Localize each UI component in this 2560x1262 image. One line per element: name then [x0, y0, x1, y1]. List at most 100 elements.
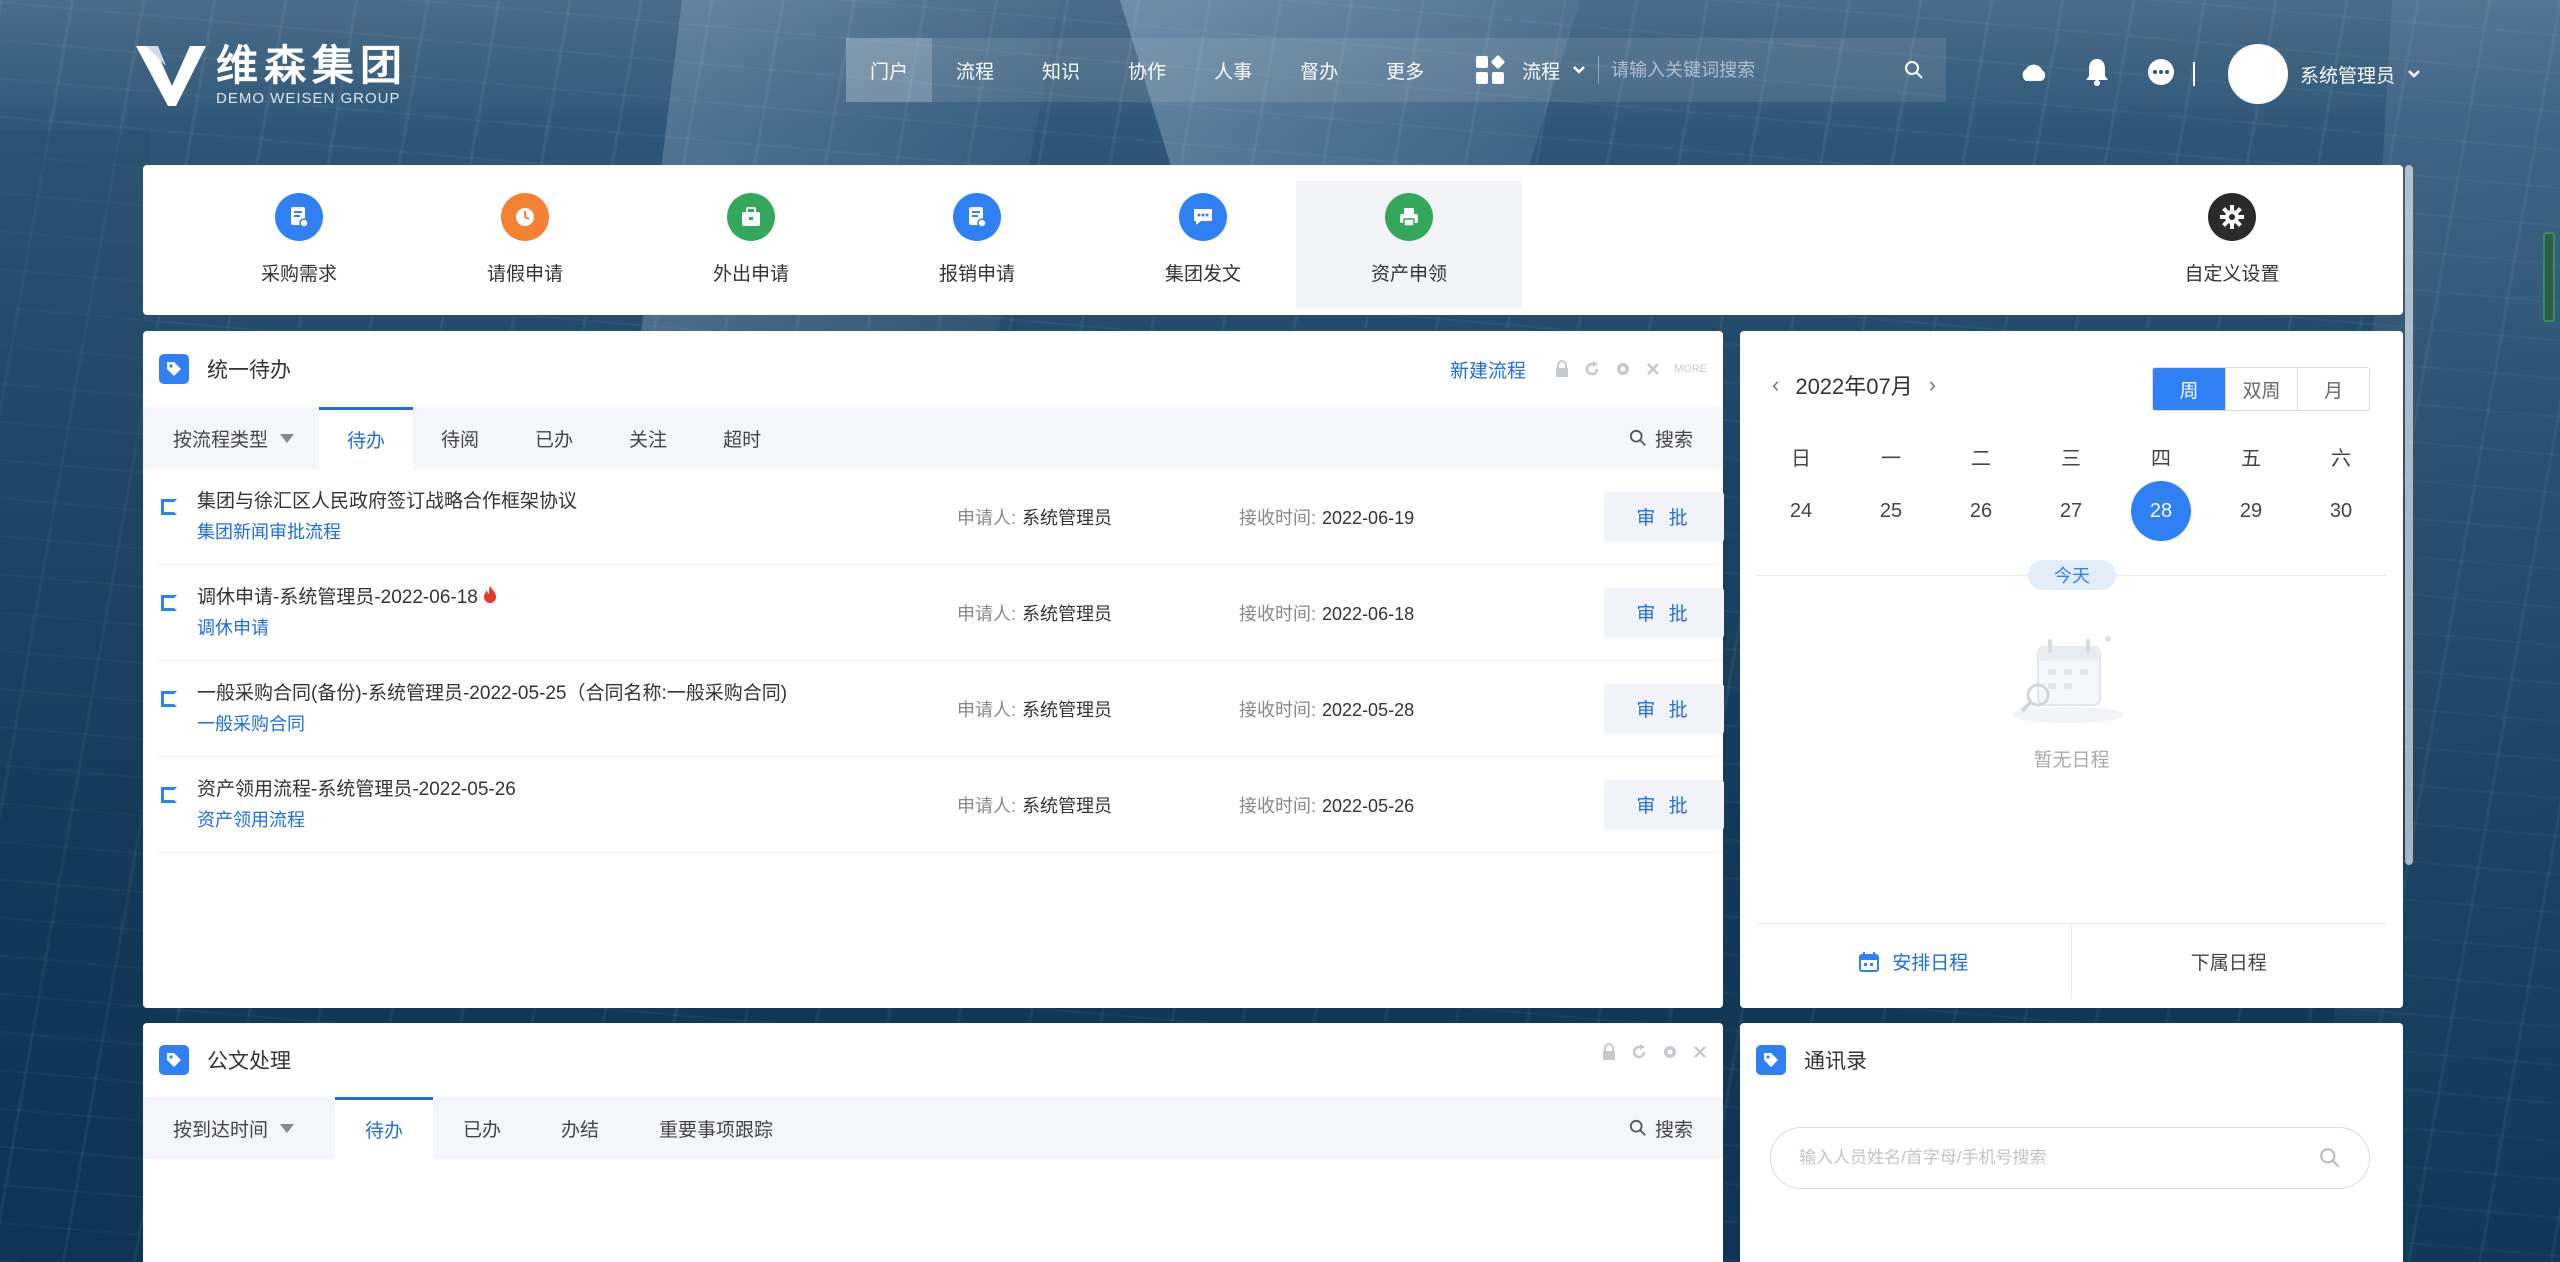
lock-icon[interactable]: [1554, 360, 1570, 378]
new-flow-link[interactable]: 新建流程: [1450, 356, 1526, 383]
row-applicant: 申请人: 系统管理员: [957, 792, 1112, 818]
view-week-button[interactable]: 周: [2153, 368, 2225, 410]
main-nav: 门户 流程 知识 协作 人事 督办 更多 流程: [846, 38, 1946, 102]
quick-link-outing[interactable]: 外出申请: [638, 181, 864, 309]
quick-links-bar: 采购需求 请假申请 外出申请 报销申请 集团发文 资产申领 自定义设置: [143, 165, 2403, 315]
page-scrollbar[interactable]: [2405, 165, 2413, 865]
quick-link-label: 集团发文: [1164, 264, 1241, 285]
tab-pending[interactable]: 待办: [319, 407, 414, 469]
row-title[interactable]: 资产领用流程-系统管理员-2022-05-26: [197, 775, 957, 805]
calendar-day[interactable]: 30: [2296, 481, 2386, 541]
approve-button[interactable]: 审 批: [1604, 587, 1724, 638]
bell-icon[interactable]: [2080, 56, 2114, 88]
table-row[interactable]: 资产领用流程-系统管理员-2022-05-26 资产领用流程 申请人: 系统管理员…: [157, 757, 1724, 853]
close-icon[interactable]: [1693, 1045, 1707, 1059]
quick-link-reimburse[interactable]: 报销申请: [864, 181, 1090, 309]
calendar-day-today[interactable]: 28: [2116, 481, 2206, 541]
quick-link-asset[interactable]: 资产申领: [1296, 181, 1522, 309]
schedule-calendar-card: ‹ 2022年07月 › 周 双周 月 日 一 二 三 四 五 六 24 25 …: [1740, 331, 2403, 1008]
nav-item-hr[interactable]: 人事: [1190, 38, 1276, 102]
cloud-icon[interactable]: [2016, 56, 2050, 88]
nav-item-process[interactable]: 流程: [932, 38, 1018, 102]
tab-to-read[interactable]: 待阅: [413, 407, 507, 469]
row-receive-time: 接收时间: 2022-05-28: [1239, 696, 1414, 722]
lock-icon[interactable]: [1601, 1043, 1617, 1061]
nav-item-more[interactable]: 更多: [1362, 38, 1448, 102]
close-icon[interactable]: [1646, 362, 1660, 376]
prev-month-button[interactable]: ‹: [1772, 372, 1779, 398]
approve-button[interactable]: 审 批: [1604, 491, 1724, 542]
search-icon[interactable]: [1904, 60, 1924, 80]
more-link[interactable]: MORE: [1674, 363, 1707, 375]
settings-icon[interactable]: [1661, 1043, 1679, 1061]
quick-link-purchase[interactable]: 采购需求: [186, 181, 412, 309]
tab-overdue[interactable]: 超时: [695, 407, 789, 469]
contact-search-input[interactable]: [1799, 1148, 2319, 1168]
row-flow-link[interactable]: 调休申请: [197, 613, 957, 643]
flow-icon: [161, 787, 177, 803]
quick-link-dispatch[interactable]: 集团发文: [1090, 181, 1316, 309]
subordinate-schedule-button[interactable]: 下属日程: [2072, 924, 2387, 999]
row-title[interactable]: 一般采购合同(备份)-系统管理员-2022-05-25（合同名称:一般采购合同): [197, 679, 957, 709]
nav-item-collab[interactable]: 协作: [1104, 38, 1190, 102]
apps-grid-icon[interactable]: [1476, 54, 1506, 84]
approve-button[interactable]: 审 批: [1604, 779, 1724, 830]
search-scope-select[interactable]: 流程: [1522, 57, 1586, 84]
side-drawer-handle[interactable]: [2543, 232, 2555, 322]
calendar-day[interactable]: 29: [2206, 481, 2296, 541]
nav-item-supervise[interactable]: 督办: [1276, 38, 1362, 102]
tag-icon: [159, 354, 189, 384]
applicant-value: 系统管理员: [1022, 699, 1113, 720]
refresh-icon[interactable]: [1584, 361, 1600, 377]
tab-followed[interactable]: 关注: [601, 407, 695, 469]
nav-item-knowledge[interactable]: 知识: [1018, 38, 1104, 102]
calendar-day[interactable]: 26: [1936, 481, 2026, 541]
flow-type-filter[interactable]: 按流程类型: [143, 407, 319, 469]
calendar-day[interactable]: 24: [1756, 481, 1846, 541]
tab-important-tracking[interactable]: 重要事项跟踪: [629, 1097, 803, 1159]
custom-settings-label: 自定义设置: [2184, 264, 2280, 285]
tab-pending[interactable]: 待办: [335, 1097, 434, 1159]
global-search-input[interactable]: [1611, 59, 1812, 81]
search-icon[interactable]: [2319, 1147, 2341, 1169]
custom-settings-button[interactable]: 自定义设置: [2147, 181, 2317, 309]
view-biweek-button[interactable]: 双周: [2225, 368, 2297, 410]
arrange-schedule-button[interactable]: 安排日程: [1756, 924, 2072, 999]
today-button[interactable]: 今天: [2028, 560, 2116, 590]
nav-item-portal[interactable]: 门户: [846, 38, 933, 102]
view-month-button[interactable]: 月: [2297, 368, 2369, 410]
row-title[interactable]: 集团与徐汇区人民政府签订战略合作框架协议: [197, 487, 957, 517]
doc-search[interactable]: 搜索: [1629, 1097, 1723, 1159]
receive-label: 接收时间:: [1239, 795, 1317, 816]
quick-link-leave[interactable]: 请假申请: [412, 181, 638, 309]
row-title-wrap[interactable]: 调休申请-系统管理员-2022-06-18: [197, 583, 957, 613]
table-row[interactable]: 一般采购合同(备份)-系统管理员-2022-05-25（合同名称:一般采购合同)…: [157, 661, 1724, 757]
receive-value: 2022-06-18: [1322, 603, 1415, 624]
tab-closed[interactable]: 办结: [531, 1097, 629, 1159]
tag-icon: [1756, 1045, 1786, 1075]
arrival-time-filter[interactable]: 按到达时间: [143, 1097, 335, 1159]
row-flow-link[interactable]: 资产领用流程: [197, 805, 957, 835]
table-row[interactable]: 调休申请-系统管理员-2022-06-18 调休申请 申请人: 系统管理员 接收时…: [157, 565, 1724, 661]
todo-search[interactable]: 搜索: [1629, 407, 1723, 469]
settings-icon[interactable]: [1614, 360, 1632, 378]
day-number: 24: [1789, 499, 1813, 522]
tab-done[interactable]: 已办: [507, 407, 601, 469]
calendar-day[interactable]: 27: [2026, 481, 2116, 541]
brand-logo[interactable]: 维森集团 DEMO WEISEN GROUP: [136, 40, 408, 108]
quick-link-label: 采购需求: [260, 264, 337, 285]
row-flow-link[interactable]: 一般采购合同: [197, 709, 957, 739]
document-icon: [275, 193, 323, 241]
todo-tabs: 按流程类型 待办 待阅 已办 关注 超时 搜索: [143, 407, 1723, 469]
approve-button[interactable]: 审 批: [1604, 683, 1724, 734]
next-month-button[interactable]: ›: [1929, 372, 1936, 398]
more-icon[interactable]: [2144, 56, 2178, 88]
applicant-value: 系统管理员: [1022, 603, 1113, 624]
tab-done[interactable]: 已办: [433, 1097, 531, 1159]
calendar-day[interactable]: 25: [1846, 481, 1936, 541]
user-menu[interactable]: 系统管理员: [2228, 44, 2421, 104]
row-flow-link[interactable]: 集团新闻审批流程: [197, 517, 957, 547]
table-row[interactable]: 集团与徐汇区人民政府签订战略合作框架协议 集团新闻审批流程 申请人: 系统管理员 …: [157, 469, 1724, 565]
refresh-icon[interactable]: [1631, 1044, 1647, 1060]
quick-link-label: 资产申领: [1370, 264, 1447, 285]
